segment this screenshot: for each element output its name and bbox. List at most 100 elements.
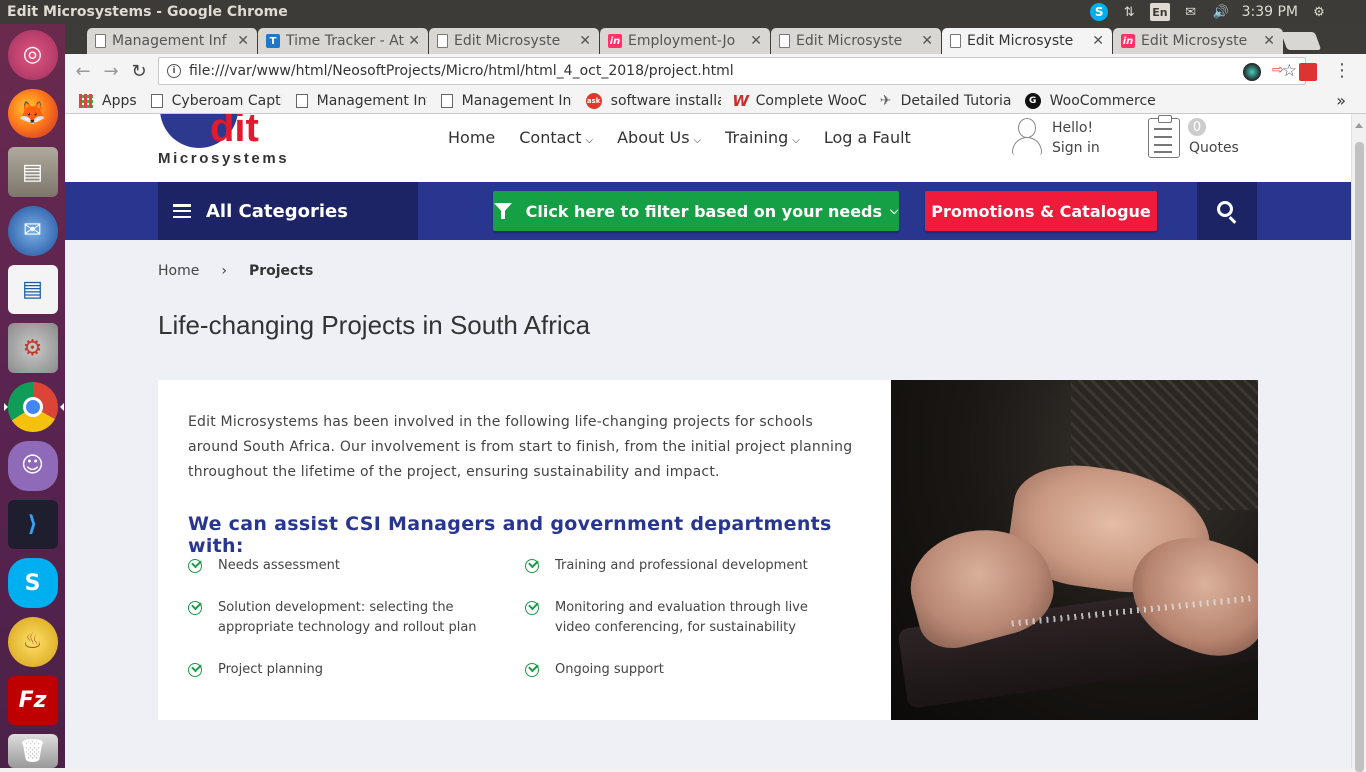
category-bar: All Categories Click here to filter base… (65, 182, 1351, 240)
page-scrollbar[interactable] (1351, 114, 1366, 772)
close-tab-icon[interactable]: ✕ (237, 33, 249, 49)
filezilla-icon[interactable]: Fz (7, 675, 58, 726)
pidgin-icon[interactable]: ☺ (7, 440, 58, 491)
address-bar[interactable]: i file:///var/www/html/NeosoftProjects/M… (158, 57, 1306, 85)
skype-tray-icon[interactable]: S (1090, 3, 1109, 21)
main-nav: Home Contact ⌵ About Us ⌵ Training ⌵ Log a … (448, 128, 911, 147)
chevron-down-icon: ⌵ (890, 204, 899, 217)
doc-icon (95, 34, 106, 48)
tab-edit-microsystems-2[interactable]: Edit Microsyste ✕ (771, 28, 941, 54)
extension-arrow-icon[interactable]: ⇨ (1272, 62, 1290, 80)
power-gear-icon[interactable]: ⚙ (1310, 3, 1328, 21)
doc-icon (437, 34, 448, 48)
bookmark-woocommerce[interactable]: G WooCommerce T (1024, 92, 1160, 109)
libreoffice-writer-icon[interactable]: ▤ (7, 264, 58, 315)
nav-contact[interactable]: Contact ⌵ (519, 128, 593, 147)
forward-icon[interactable]: → (97, 61, 125, 82)
chrome-menu-icon[interactable]: ⋮ (1333, 60, 1351, 81)
nav-log-a-fault[interactable]: Log a Fault (824, 128, 911, 147)
hamburger-menu-icon (173, 204, 191, 218)
close-tab-icon[interactable]: ✕ (408, 33, 420, 49)
doc-icon (295, 93, 308, 108)
user-greeting: Hello! (1052, 120, 1094, 136)
volume-icon[interactable]: 🔊 (1212, 3, 1230, 21)
bookmark-software-install[interactable]: ask software installa (585, 92, 721, 109)
site-logo[interactable]: dit Microsystems (158, 114, 318, 174)
ubuntu-launcher: ◎ 🦊 ▤ ✉ ▤ ⚙ ☺ ⟩ S ♨ Fz 🗑 (0, 24, 65, 769)
file-manager-icon[interactable]: ▤ (7, 147, 58, 198)
extension-color-icon[interactable] (1243, 63, 1261, 81)
url-text[interactable]: file:///var/www/html/NeosoftProjects/Mic… (189, 63, 734, 79)
bookmark-management-1[interactable]: Management Inf (295, 93, 427, 109)
close-tab-icon[interactable]: ✕ (921, 33, 933, 49)
keyboard-layout-indicator[interactable]: En (1150, 3, 1170, 21)
browser-tab-strip: Management Inf ✕ T Time Tracker - At ✕ E… (65, 24, 1366, 54)
invision-icon: in (608, 34, 622, 48)
nav-home[interactable]: Home (448, 128, 495, 147)
thunderbird-icon[interactable]: ✉ (7, 206, 58, 256)
braille-keyboard-photo (891, 380, 1258, 720)
check-circle-icon (188, 601, 202, 615)
close-tab-icon[interactable]: ✕ (750, 33, 762, 49)
bookmark-apps[interactable]: Apps (79, 93, 137, 109)
sign-in-link[interactable]: Sign in (1052, 138, 1100, 158)
nav-training[interactable]: Training ⌵ (725, 128, 800, 147)
bookmark-management-2[interactable]: Management Inf (440, 93, 572, 109)
chrome-icon[interactable] (3, 382, 64, 432)
doc-icon (150, 93, 163, 108)
promotions-catalogue-button[interactable]: Promotions & Catalogue (925, 191, 1157, 231)
new-tab-button[interactable] (1280, 32, 1322, 50)
tab-edit-microsystems-3[interactable]: in Edit Microsyste ✕ (1113, 28, 1283, 54)
search-button[interactable] (1197, 182, 1257, 240)
network-icon[interactable]: ⇅ (1120, 3, 1138, 21)
mail-icon[interactable]: ✉ (1182, 3, 1200, 21)
nav-about-us[interactable]: About Us ⌵ (617, 128, 701, 147)
clock[interactable]: 3:39 PM (1242, 4, 1298, 20)
breadcrumb-home[interactable]: Home (158, 263, 199, 279)
firefox-icon[interactable]: 🦊 (7, 88, 58, 139)
services-subheading: We can assist CSI Managers and governmen… (188, 513, 832, 557)
system-settings-icon[interactable]: ⚙ (7, 323, 58, 374)
close-tab-icon[interactable]: ✕ (1263, 33, 1275, 49)
genie-lamp-icon[interactable]: ♨ (7, 616, 58, 667)
trash-icon[interactable]: 🗑 (7, 734, 58, 769)
tab-time-tracker[interactable]: T Time Tracker - At ✕ (258, 28, 428, 54)
doc-icon (950, 34, 961, 48)
tab-employment[interactable]: in Employment-Jo ✕ (600, 28, 770, 54)
g-icon: G (1024, 92, 1041, 109)
system-top-bar: Edit Microsystems - Google Chrome S ⇅ En… (0, 0, 1366, 24)
chevron-down-icon: ⌵ (792, 135, 800, 146)
feature-item: Project planning (188, 660, 323, 680)
doc-icon (440, 93, 453, 108)
quotes-button[interactable]: 0 Quotes (1148, 115, 1239, 158)
info-icon[interactable]: i (167, 64, 181, 78)
close-tab-icon[interactable]: ✕ (1092, 33, 1104, 49)
tab-edit-microsystems-active[interactable]: Edit Microsyste ✕ (942, 28, 1112, 54)
extension-pdf-icon[interactable] (1299, 63, 1317, 81)
bookmark-detailed-tutorial[interactable]: ✈ Detailed Tutorial (880, 93, 1011, 109)
intro-paragraph: Edit Microsystems has been involved in t… (188, 414, 853, 480)
drone-icon: ✈ (879, 92, 892, 109)
bookmark-cyberoam[interactable]: Cyberoam Capti (150, 93, 282, 109)
scroll-up-arrow-icon[interactable] (1355, 119, 1363, 128)
filter-needs-button[interactable]: Click here to filter based on your needs… (493, 191, 899, 231)
all-categories-button[interactable]: All Categories (158, 182, 418, 240)
ask-icon: ask (585, 92, 602, 109)
filter-funnel-icon (493, 203, 512, 219)
more-bookmarks-icon[interactable]: » (1336, 91, 1346, 110)
vscode-icon[interactable]: ⟩ (7, 499, 58, 550)
ubuntu-dash-icon[interactable]: ◎ (7, 30, 58, 80)
bookmark-complete-woo[interactable]: W Complete WooC (732, 92, 865, 110)
web-page: dit Microsystems Home Contact ⌵ About Us ⌵… (65, 114, 1351, 768)
close-tab-icon[interactable]: ✕ (579, 33, 591, 49)
feature-item: Solution development: selecting the appro… (188, 598, 477, 638)
tab-edit-microsystems-1[interactable]: Edit Microsyste ✕ (429, 28, 599, 54)
skype-icon[interactable]: S (7, 558, 58, 608)
back-icon[interactable]: ← (69, 61, 97, 82)
check-circle-icon (525, 559, 539, 573)
user-account[interactable]: Hello! Sign in (1010, 118, 1100, 158)
tab-management-info[interactable]: Management Inf ✕ (87, 28, 257, 54)
scrollbar-thumb[interactable] (1355, 142, 1364, 772)
reload-icon[interactable]: ↻ (125, 61, 153, 82)
check-circle-icon (525, 663, 539, 677)
